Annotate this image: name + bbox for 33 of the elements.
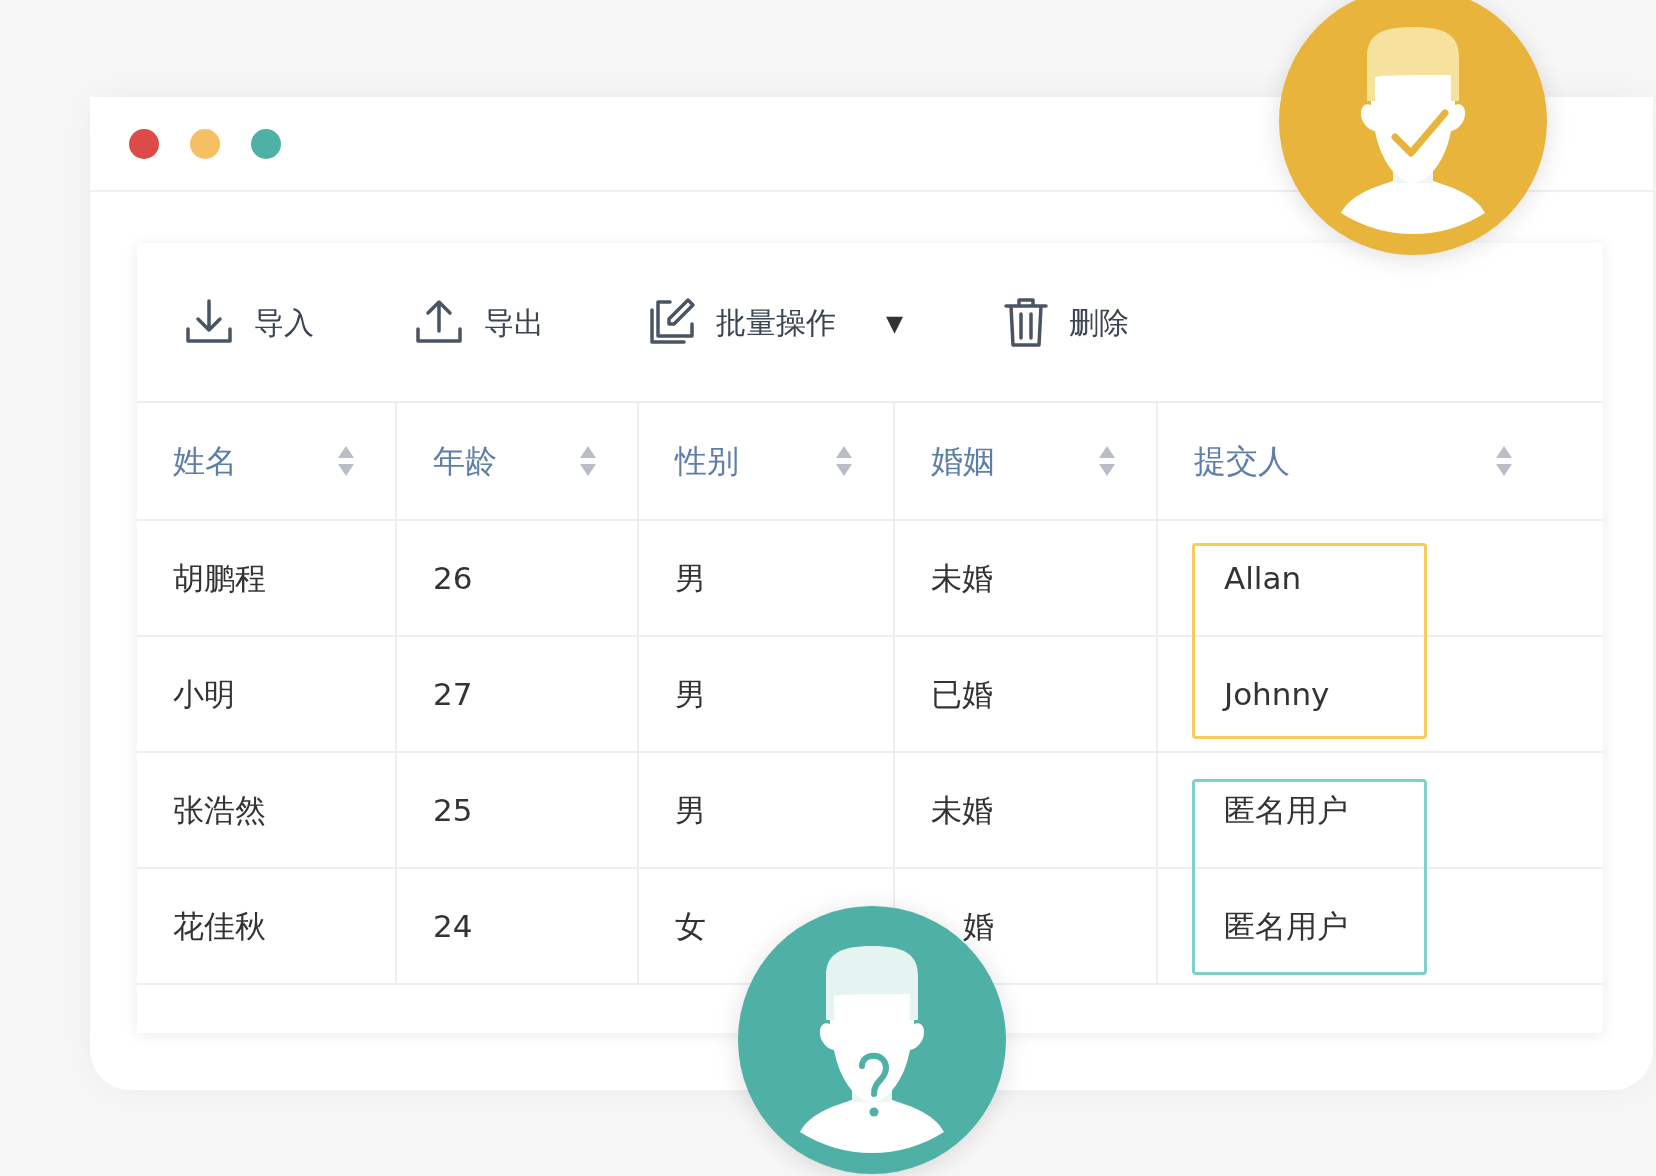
column-header[interactable]: 提交人	[1158, 403, 1603, 519]
table-cell: 男	[639, 521, 895, 635]
table-cell: 胡鹏程	[137, 521, 397, 635]
table-cell: 男	[639, 753, 895, 867]
table-cell: 男	[639, 637, 895, 751]
table-cell-text: Allan	[1223, 558, 1303, 598]
table-cell: 小明	[137, 637, 397, 751]
table-cell-text: 匿名用户	[1223, 906, 1349, 946]
sort-icon[interactable]	[579, 444, 597, 478]
sort-icon[interactable]	[1098, 444, 1116, 478]
sort-icon[interactable]	[835, 444, 853, 478]
table-cell-text: 匿名用户	[1223, 790, 1349, 830]
table-cell: 25	[397, 753, 639, 867]
sort-icon[interactable]	[1495, 444, 1513, 478]
column-header[interactable]: 婚姻	[895, 403, 1158, 519]
table-cell: 24	[397, 869, 639, 983]
table-cell: 已婚	[895, 637, 1158, 751]
table-cell: 未婚	[895, 521, 1158, 635]
column-header[interactable]: 性别	[639, 403, 895, 519]
toolbar-button[interactable]: 导入	[184, 297, 314, 347]
table-cell: 花佳秋	[137, 869, 397, 983]
column-header[interactable]: 年龄	[397, 403, 639, 519]
table-cell-text: Johnny	[1221, 674, 1331, 714]
table-cell: 未婚	[895, 753, 1158, 867]
toolbar-button[interactable]: 批量操作 ▾	[644, 296, 904, 348]
table-cell: 26	[397, 521, 639, 635]
trash-icon	[1003, 296, 1050, 348]
table-cell: 27	[397, 637, 639, 751]
table-cell: 张浩然	[137, 753, 397, 867]
column-header[interactable]: 姓名	[137, 403, 397, 519]
sort-icon[interactable]	[337, 444, 355, 478]
toolbar-button[interactable]: 删除	[1003, 296, 1130, 348]
toolbar-button[interactable]: 导出	[414, 297, 544, 347]
